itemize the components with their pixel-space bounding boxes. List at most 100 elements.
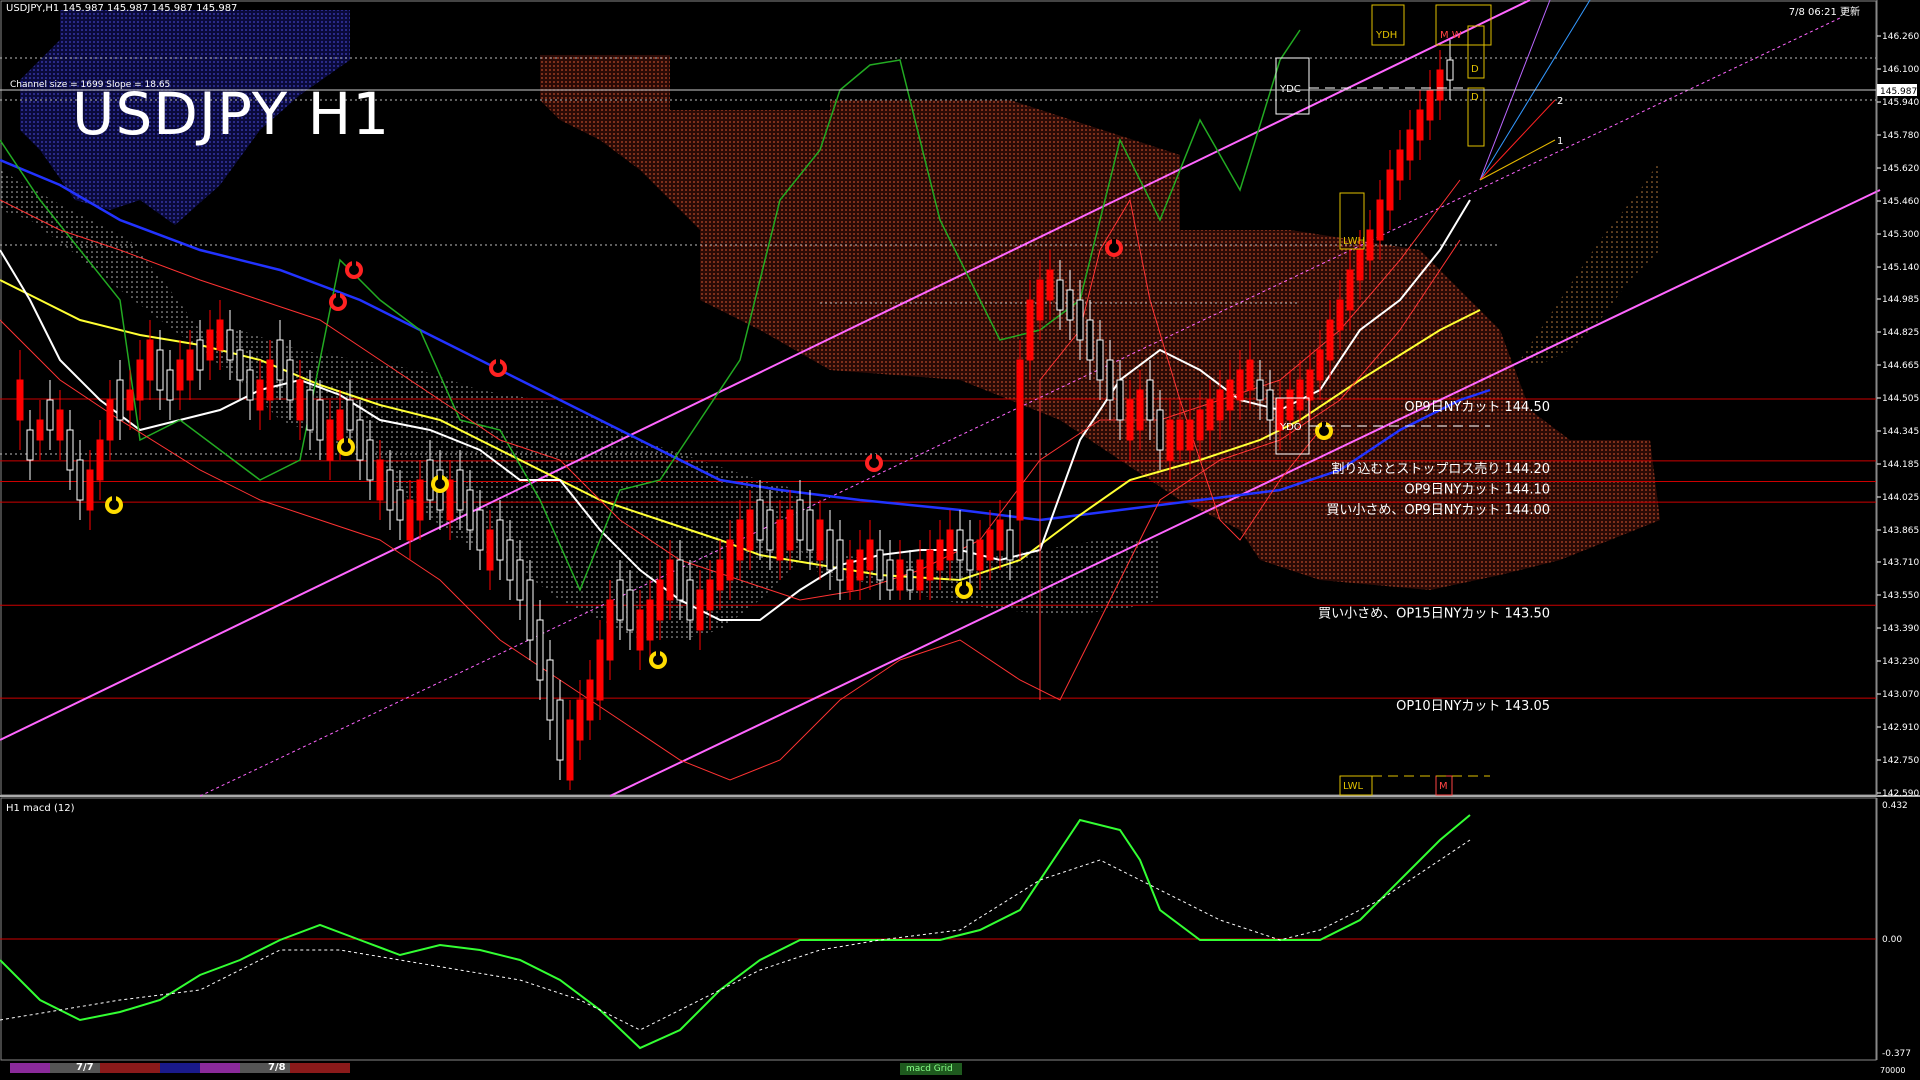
candle-body[interactable]	[1386, 169, 1394, 211]
candle-body[interactable]	[806, 509, 814, 551]
candle-body[interactable]	[46, 399, 54, 431]
candle-body[interactable]	[1206, 399, 1214, 431]
candle-body[interactable]	[386, 469, 394, 511]
candle-body[interactable]	[786, 509, 794, 551]
candle-body[interactable]	[716, 559, 724, 591]
candle-body[interactable]	[416, 479, 424, 521]
candle-body[interactable]	[546, 659, 554, 721]
candle-body[interactable]	[1026, 299, 1034, 361]
candle-body[interactable]	[576, 699, 584, 741]
candle-body[interactable]	[666, 559, 674, 601]
candle-body[interactable]	[1146, 379, 1154, 421]
candle-body[interactable]	[1076, 299, 1084, 341]
candle-body[interactable]	[486, 529, 494, 571]
candle-body[interactable]	[1056, 279, 1064, 311]
candle-body[interactable]	[1226, 379, 1234, 411]
candle-body[interactable]	[346, 399, 354, 431]
candle-body[interactable]	[826, 529, 834, 571]
candle-body[interactable]	[586, 679, 594, 721]
candle-body[interactable]	[1446, 59, 1454, 81]
candle-body[interactable]	[936, 539, 944, 571]
candle-body[interactable]	[26, 429, 34, 461]
candle-body[interactable]	[876, 549, 884, 581]
candle-body[interactable]	[256, 379, 264, 411]
candle-body[interactable]	[376, 459, 384, 501]
candle-body[interactable]	[206, 329, 214, 361]
candle-body[interactable]	[1166, 419, 1174, 461]
candle-body[interactable]	[456, 469, 464, 511]
candle-body[interactable]	[1256, 379, 1264, 401]
candle-body[interactable]	[146, 339, 154, 381]
candle-body[interactable]	[726, 539, 734, 581]
candle-body[interactable]	[606, 599, 614, 661]
candle-body[interactable]	[176, 359, 184, 391]
candle-body[interactable]	[1196, 409, 1204, 441]
candle-body[interactable]	[796, 499, 804, 541]
candle-body[interactable]	[326, 419, 334, 461]
candle-body[interactable]	[636, 609, 644, 651]
candle-body[interactable]	[136, 359, 144, 401]
candle-body[interactable]	[246, 369, 254, 401]
candle-body[interactable]	[526, 579, 534, 641]
candle-body[interactable]	[556, 699, 564, 761]
candle-body[interactable]	[1086, 319, 1094, 361]
candle-body[interactable]	[906, 569, 914, 591]
candle-body[interactable]	[536, 619, 544, 681]
candle-body[interactable]	[756, 499, 764, 541]
candle-body[interactable]	[1426, 89, 1434, 121]
candle-body[interactable]	[106, 399, 114, 441]
fan-line-yellow[interactable]	[1479, 139, 1556, 181]
candle-body[interactable]	[286, 359, 294, 401]
candle-body[interactable]	[1356, 249, 1364, 281]
candle-body[interactable]	[926, 549, 934, 581]
fan-line-red[interactable]	[1479, 99, 1556, 181]
candle-body[interactable]	[1396, 149, 1404, 181]
candle-body[interactable]	[336, 409, 344, 441]
candle-body[interactable]	[1366, 229, 1374, 261]
candle-body[interactable]	[96, 439, 104, 481]
candle-body[interactable]	[166, 369, 174, 401]
candle-body[interactable]	[76, 459, 84, 501]
candle-body[interactable]	[736, 519, 744, 561]
candle-body[interactable]	[856, 549, 864, 581]
candle-body[interactable]	[676, 559, 684, 601]
candle-body[interactable]	[496, 519, 504, 561]
candle-body[interactable]	[266, 359, 274, 401]
candle-body[interactable]	[406, 499, 414, 541]
candle-body[interactable]	[1156, 409, 1164, 451]
candle-body[interactable]	[1246, 359, 1254, 391]
candle-body[interactable]	[1126, 399, 1134, 441]
candle-body[interactable]	[1336, 299, 1344, 331]
candle-body[interactable]	[66, 429, 74, 471]
macd-grid-tag[interactable]: macd Grid	[906, 1064, 953, 1074]
candle-body[interactable]	[1296, 379, 1304, 411]
candle-body[interactable]	[366, 439, 374, 481]
candle-body[interactable]	[236, 349, 244, 381]
candle-body[interactable]	[896, 559, 904, 591]
candle-body[interactable]	[766, 509, 774, 551]
candle-body[interactable]	[476, 509, 484, 551]
candle-body[interactable]	[976, 539, 984, 571]
candle-body[interactable]	[776, 519, 784, 561]
candle-body[interactable]	[1066, 289, 1074, 321]
macd-main-line[interactable]	[0, 814, 1471, 1050]
candle-body[interactable]	[1376, 199, 1384, 241]
candle-body[interactable]	[816, 519, 824, 561]
candle-body[interactable]	[1096, 339, 1104, 381]
candle-body[interactable]	[296, 379, 304, 421]
candle-body[interactable]	[886, 559, 894, 591]
candle-body[interactable]	[1176, 419, 1184, 451]
candle-body[interactable]	[1266, 389, 1274, 421]
candle-body[interactable]	[956, 529, 964, 561]
candle-body[interactable]	[686, 579, 694, 621]
candle-body[interactable]	[656, 579, 664, 621]
candle-body[interactable]	[966, 539, 974, 571]
candle-body[interactable]	[916, 559, 924, 591]
candle-body[interactable]	[836, 539, 844, 581]
candle-body[interactable]	[126, 389, 134, 411]
candle-body[interactable]	[1436, 69, 1444, 101]
candle-body[interactable]	[1406, 129, 1414, 161]
candle-body[interactable]	[1006, 529, 1014, 561]
candle-body[interactable]	[186, 349, 194, 381]
candle-body[interactable]	[356, 419, 364, 461]
